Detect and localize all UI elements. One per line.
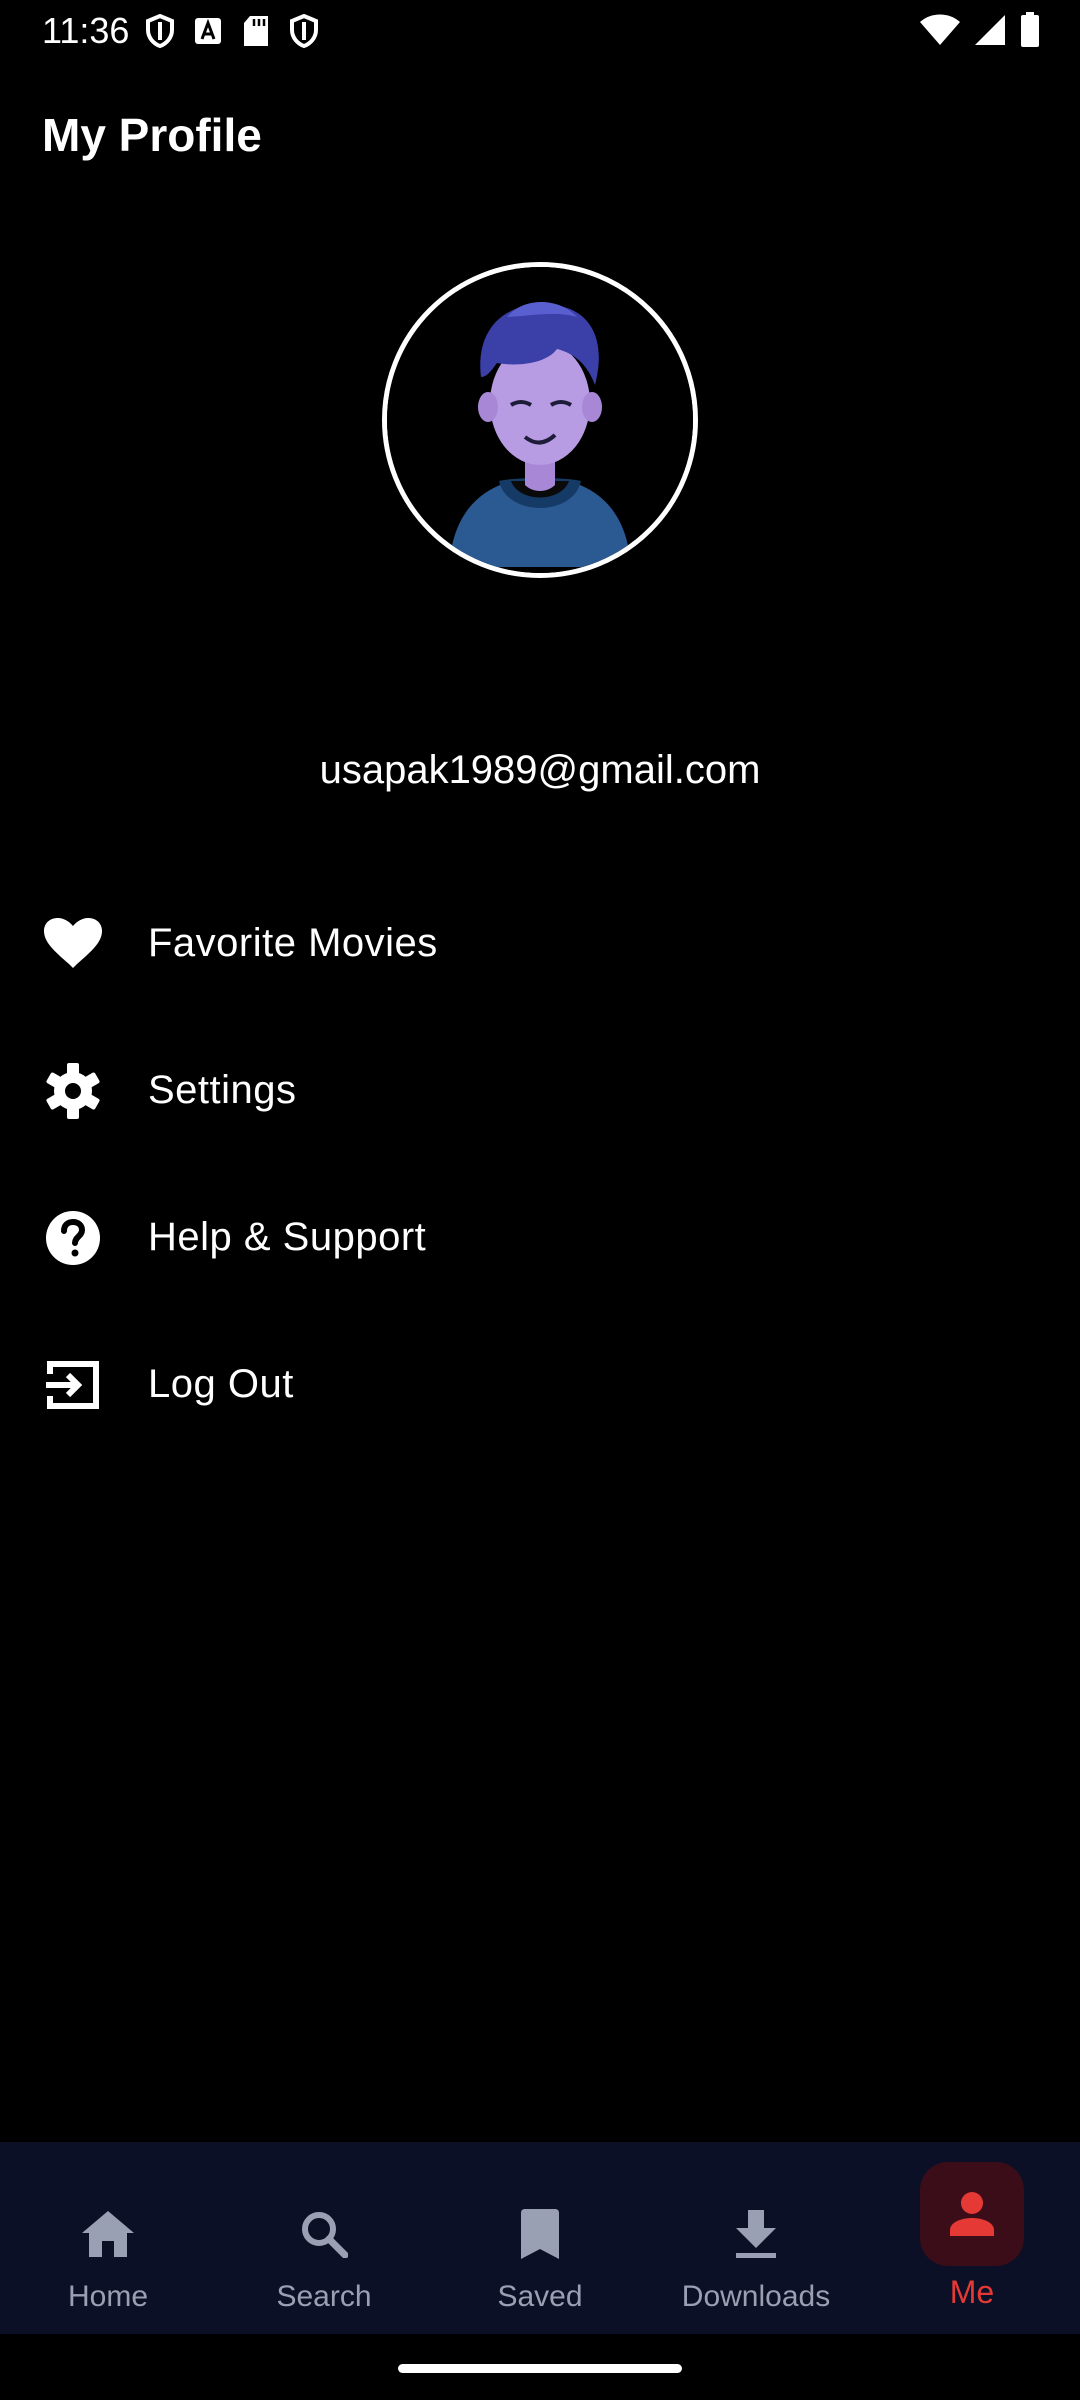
nav-item-me[interactable]: Me bbox=[864, 2142, 1080, 2334]
menu-item-settings[interactable]: Settings bbox=[0, 1017, 1080, 1164]
menu-item-help-support[interactable]: Help & Support bbox=[0, 1164, 1080, 1311]
nav-item-search[interactable]: Search bbox=[216, 2142, 432, 2334]
search-icon bbox=[272, 2182, 376, 2286]
menu-item-label: Settings bbox=[148, 1068, 297, 1112]
nav-label: Me bbox=[949, 2274, 995, 2310]
font-icon bbox=[195, 18, 221, 44]
system-icons bbox=[920, 12, 1040, 48]
status-time: 11:36 bbox=[42, 10, 130, 51]
person-icon bbox=[920, 2162, 1024, 2266]
bottom-navigation: Home Search Saved Downloads Me bbox=[0, 2142, 1080, 2334]
heart-icon bbox=[44, 915, 102, 973]
menu-item-favorite-movies[interactable]: Favorite Movies bbox=[0, 870, 1080, 1017]
sd-card-icon bbox=[244, 16, 268, 46]
menu-item-label: Help & Support bbox=[148, 1215, 427, 1259]
nav-label: Downloads bbox=[681, 2280, 831, 2313]
profile-email: usapak1989@gmail.com bbox=[319, 748, 761, 792]
download-icon bbox=[704, 2182, 808, 2286]
wifi-icon bbox=[920, 14, 960, 45]
menu-item-log-out[interactable]: Log Out bbox=[0, 1311, 1080, 1458]
bookmark-icon bbox=[488, 2182, 592, 2286]
shield-icon bbox=[146, 14, 174, 48]
shield-icon bbox=[290, 14, 318, 48]
battery-icon bbox=[1021, 12, 1039, 47]
help-icon bbox=[44, 1209, 102, 1267]
nav-label: Home bbox=[67, 2280, 149, 2313]
home-indicator[interactable] bbox=[398, 2364, 682, 2373]
nav-item-downloads[interactable]: Downloads bbox=[648, 2142, 864, 2334]
nav-item-saved[interactable]: Saved bbox=[432, 2142, 648, 2334]
menu-item-label: Favorite Movies bbox=[148, 921, 438, 965]
nav-label: Search bbox=[276, 2280, 372, 2313]
signal-icon bbox=[975, 15, 1005, 45]
avatar[interactable] bbox=[382, 262, 698, 578]
nav-label: Saved bbox=[497, 2280, 583, 2313]
avatar-illustration bbox=[387, 267, 693, 573]
nav-item-home[interactable]: Home bbox=[0, 2142, 216, 2334]
home-icon bbox=[56, 2182, 160, 2286]
notification-icons bbox=[146, 14, 318, 48]
menu-item-label: Log Out bbox=[148, 1362, 294, 1406]
gear-icon bbox=[44, 1062, 102, 1120]
status-bar: 11:36 bbox=[0, 0, 1080, 62]
logout-icon bbox=[44, 1356, 102, 1414]
page-title: My Profile bbox=[42, 109, 262, 161]
profile-menu: Favorite Movies Settings Help & Support … bbox=[0, 870, 1080, 1458]
